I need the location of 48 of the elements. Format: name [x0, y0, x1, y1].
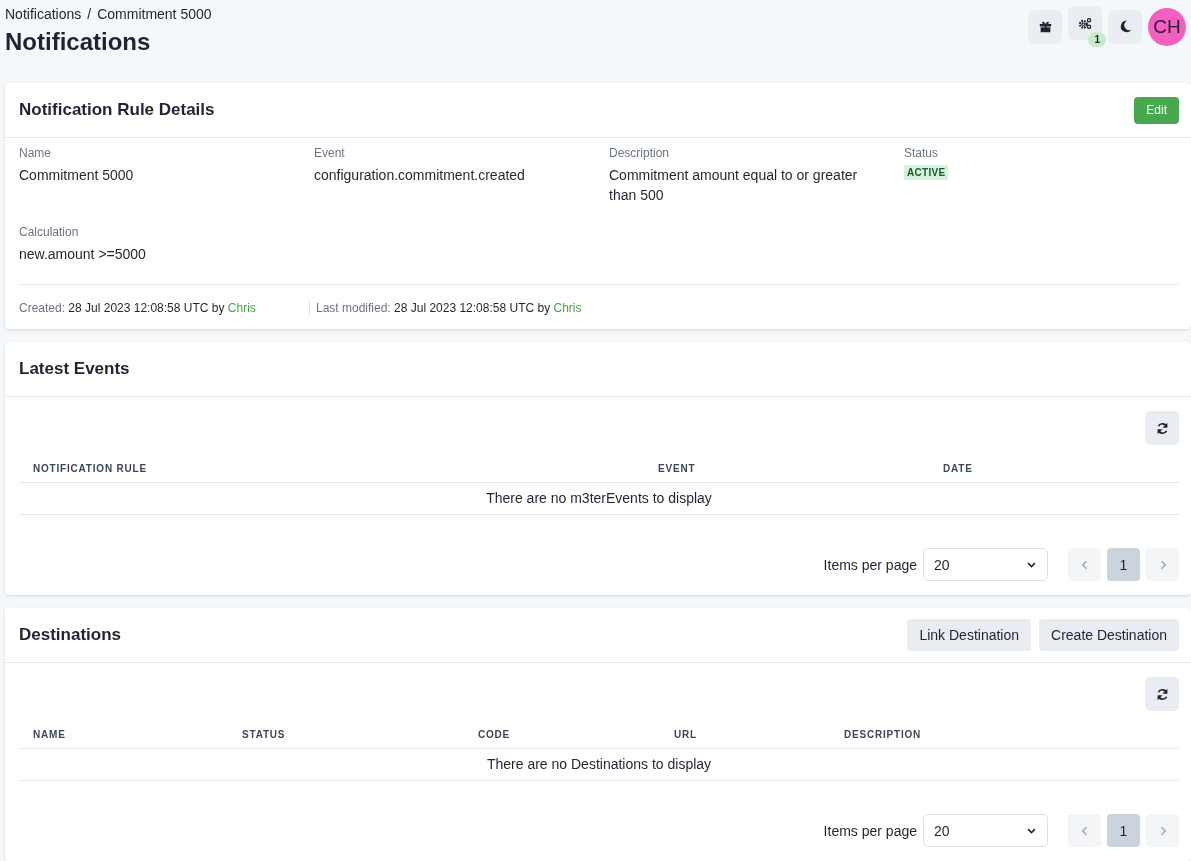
column-header: DESCRIPTION [843, 728, 923, 742]
field-value: new.amount >=5000 [19, 245, 147, 264]
items-per-page-select[interactable]: 20 [923, 548, 1048, 581]
user-avatar[interactable]: CH [1148, 7, 1186, 46]
breadcrumb-link[interactable]: Notifications [5, 6, 82, 22]
refresh-button[interactable] [1145, 677, 1179, 711]
column-header: EVENT [657, 462, 697, 476]
card-title: Latest Events [19, 359, 130, 379]
card-title: Notification Rule Details [19, 100, 215, 120]
column-header: URL [673, 728, 698, 742]
items-per-page-label: Items per page [823, 822, 917, 839]
theme-toggle-button[interactable] [1108, 9, 1142, 44]
destination-button[interactable]: Link Destination [907, 619, 1032, 651]
field-label: Description [609, 146, 671, 160]
column-header: NAME [32, 728, 67, 742]
column-header: STATUS [241, 728, 287, 742]
field-label: Calculation [19, 225, 80, 239]
refresh-icon [1155, 421, 1169, 435]
field-label: Event [314, 146, 346, 160]
empty-message: There are no Destinations to display [19, 749, 1179, 781]
audit-info: Last modified: 28 Jul 2023 12:08:58 UTC by Chris [309, 301, 606, 315]
moon-icon [1118, 20, 1132, 33]
items-per-page-label: Items per page [823, 556, 917, 573]
items-per-page-select[interactable]: 20 [923, 814, 1048, 847]
gift-button[interactable] [1028, 9, 1062, 44]
audit-info: Created: 28 Jul 2023 12:08:58 UTC by Chris [19, 301, 257, 315]
breadcrumb-separator: / [87, 6, 92, 22]
empty-message: There are no m3terEvents to display [19, 483, 1179, 515]
count-badge: 1 [1088, 32, 1106, 47]
page-title: Notifications [5, 28, 152, 56]
gears-icon [1078, 16, 1092, 30]
status-badge: ACTIVE [904, 165, 949, 180]
column-header: CODE [477, 728, 512, 742]
page-button[interactable]: 1 [1107, 814, 1140, 847]
gift-icon [1038, 20, 1052, 33]
field-value: Commitment 5000 [19, 166, 135, 185]
refresh-button[interactable] [1145, 411, 1179, 445]
page-button[interactable]: 1 [1107, 548, 1140, 581]
breadcrumb-link[interactable]: Commitment 5000 [97, 6, 212, 22]
refresh-icon [1155, 687, 1169, 701]
field-label: Name [19, 146, 52, 160]
field-label: Status [904, 146, 940, 160]
column-header: DATE [942, 462, 974, 476]
destination-button[interactable]: Create Destination [1039, 619, 1179, 651]
column-header: NOTIFICATION RULE [32, 462, 148, 476]
card-title: Destinations [19, 625, 122, 645]
field-value: Commitment amount equal to or greater than 500 [609, 166, 859, 205]
field-value: configuration.commitment.created [314, 166, 526, 185]
